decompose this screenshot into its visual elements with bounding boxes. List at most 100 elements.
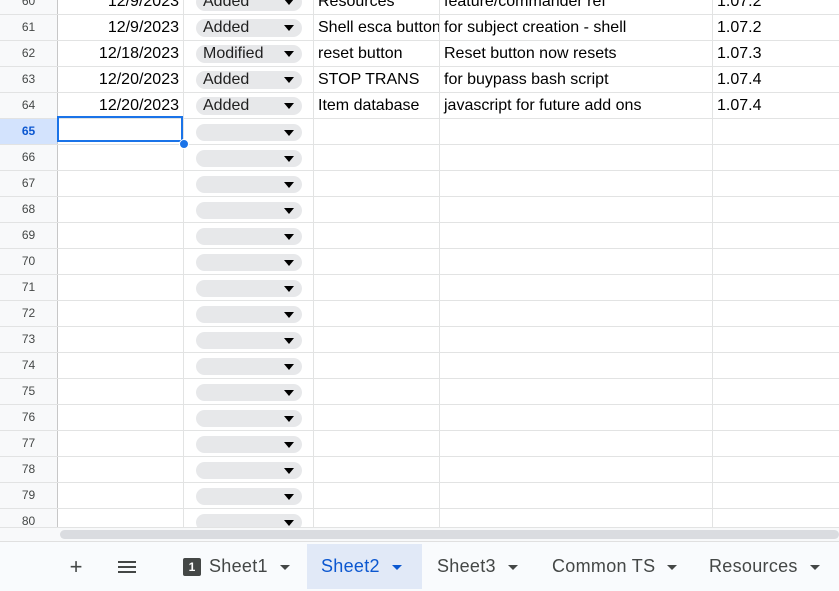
scrollbar-thumb[interactable]	[60, 530, 839, 539]
status-dropdown-chip[interactable]	[196, 332, 302, 349]
status-cell[interactable]	[184, 379, 314, 404]
version-cell[interactable]	[713, 223, 839, 248]
version-cell[interactable]	[713, 353, 839, 378]
dropdown-arrow-icon[interactable]	[284, 442, 294, 448]
description-cell[interactable]: Reset button now resets	[440, 41, 713, 66]
item-cell[interactable]: Shell esca button	[314, 15, 440, 40]
status-dropdown-chip[interactable]	[196, 176, 302, 193]
item-cell[interactable]	[314, 379, 440, 404]
status-dropdown-chip[interactable]: Added	[196, 97, 302, 115]
status-dropdown-chip[interactable]	[196, 410, 302, 427]
item-cell[interactable]	[314, 171, 440, 196]
dropdown-arrow-icon[interactable]	[284, 390, 294, 396]
date-cell[interactable]	[58, 275, 184, 300]
status-dropdown-chip[interactable]	[196, 202, 302, 219]
version-cell[interactable]: 1.07.3	[713, 41, 839, 66]
dropdown-arrow-icon[interactable]	[284, 208, 294, 214]
item-cell[interactable]	[314, 249, 440, 274]
dropdown-arrow-icon[interactable]	[284, 0, 294, 5]
fill-handle[interactable]	[179, 139, 189, 149]
dropdown-arrow-icon[interactable]	[284, 260, 294, 266]
horizontal-scrollbar[interactable]	[0, 527, 839, 542]
version-cell[interactable]	[713, 197, 839, 222]
item-cell[interactable]	[314, 327, 440, 352]
date-cell[interactable]	[58, 509, 184, 527]
dropdown-arrow-icon[interactable]	[284, 338, 294, 344]
dropdown-arrow-icon[interactable]	[284, 77, 294, 83]
dropdown-arrow-icon[interactable]	[284, 130, 294, 136]
date-cell[interactable]	[58, 171, 184, 196]
status-dropdown-chip[interactable]: Modified	[196, 45, 302, 63]
description-cell[interactable]	[440, 405, 713, 430]
item-cell[interactable]	[314, 275, 440, 300]
tab-sheet3[interactable]: Sheet3	[424, 544, 536, 589]
description-cell[interactable]: for subject creation - shell	[440, 15, 713, 40]
row-header[interactable]: 60	[0, 0, 58, 14]
status-cell[interactable]: Added	[184, 67, 314, 92]
date-cell[interactable]	[58, 327, 184, 352]
status-dropdown-chip[interactable]	[196, 384, 302, 401]
row-header[interactable]: 77	[0, 431, 58, 456]
status-cell[interactable]	[184, 145, 314, 170]
status-dropdown-chip[interactable]	[196, 306, 302, 323]
tab-sheet2[interactable]: Sheet2	[307, 544, 422, 589]
row-header[interactable]: 68	[0, 197, 58, 222]
row-header[interactable]: 64	[0, 93, 58, 118]
description-cell[interactable]	[440, 197, 713, 222]
date-cell[interactable]	[58, 353, 184, 378]
description-cell[interactable]	[440, 145, 713, 170]
item-cell[interactable]	[314, 457, 440, 482]
date-cell[interactable]	[58, 301, 184, 326]
description-cell[interactable]	[440, 249, 713, 274]
row-header[interactable]: 70	[0, 249, 58, 274]
status-cell[interactable]	[184, 197, 314, 222]
description-cell[interactable]	[440, 223, 713, 248]
item-cell[interactable]	[314, 405, 440, 430]
description-cell[interactable]	[440, 431, 713, 456]
all-sheets-button[interactable]	[114, 554, 140, 584]
row-header[interactable]: 67	[0, 171, 58, 196]
item-cell[interactable]	[314, 197, 440, 222]
description-cell[interactable]	[440, 379, 713, 404]
dropdown-arrow-icon[interactable]	[284, 416, 294, 422]
version-cell[interactable]	[713, 509, 839, 527]
description-cell[interactable]	[440, 353, 713, 378]
status-cell[interactable]	[184, 457, 314, 482]
status-dropdown-chip[interactable]	[196, 488, 302, 505]
date-cell[interactable]	[58, 405, 184, 430]
description-cell[interactable]	[440, 171, 713, 196]
version-cell[interactable]	[713, 301, 839, 326]
date-cell[interactable]	[58, 431, 184, 456]
status-cell[interactable]	[184, 275, 314, 300]
row-header[interactable]: 65	[0, 119, 58, 144]
dropdown-arrow-icon[interactable]	[284, 364, 294, 370]
dropdown-arrow-icon[interactable]	[284, 286, 294, 292]
item-cell[interactable]	[314, 509, 440, 527]
date-cell[interactable]	[58, 223, 184, 248]
version-cell[interactable]	[713, 275, 839, 300]
row-header[interactable]: 73	[0, 327, 58, 352]
status-dropdown-chip[interactable]: Added	[196, 0, 302, 11]
version-cell[interactable]: 1.07.2	[713, 15, 839, 40]
dropdown-arrow-icon[interactable]	[284, 520, 294, 526]
status-dropdown-chip[interactable]	[196, 228, 302, 245]
date-cell[interactable]: 12/9/2023	[58, 0, 184, 14]
date-cell[interactable]	[58, 379, 184, 404]
status-dropdown-chip[interactable]: Added	[196, 71, 302, 89]
row-header[interactable]: 71	[0, 275, 58, 300]
status-cell[interactable]	[184, 327, 314, 352]
description-cell[interactable]	[440, 119, 713, 144]
date-cell[interactable]	[58, 145, 184, 170]
row-header[interactable]: 80	[0, 509, 58, 527]
dropdown-arrow-icon[interactable]	[284, 468, 294, 474]
date-cell[interactable]: 12/20/2023	[58, 67, 184, 92]
description-cell[interactable]	[440, 275, 713, 300]
date-cell[interactable]	[58, 119, 184, 144]
status-cell[interactable]: Added	[184, 0, 314, 14]
row-header[interactable]: 66	[0, 145, 58, 170]
status-dropdown-chip[interactable]	[196, 124, 302, 141]
status-dropdown-chip[interactable]	[196, 150, 302, 167]
version-cell[interactable]: 1.07.4	[713, 93, 839, 118]
dropdown-arrow-icon[interactable]	[284, 103, 294, 109]
version-cell[interactable]	[713, 249, 839, 274]
